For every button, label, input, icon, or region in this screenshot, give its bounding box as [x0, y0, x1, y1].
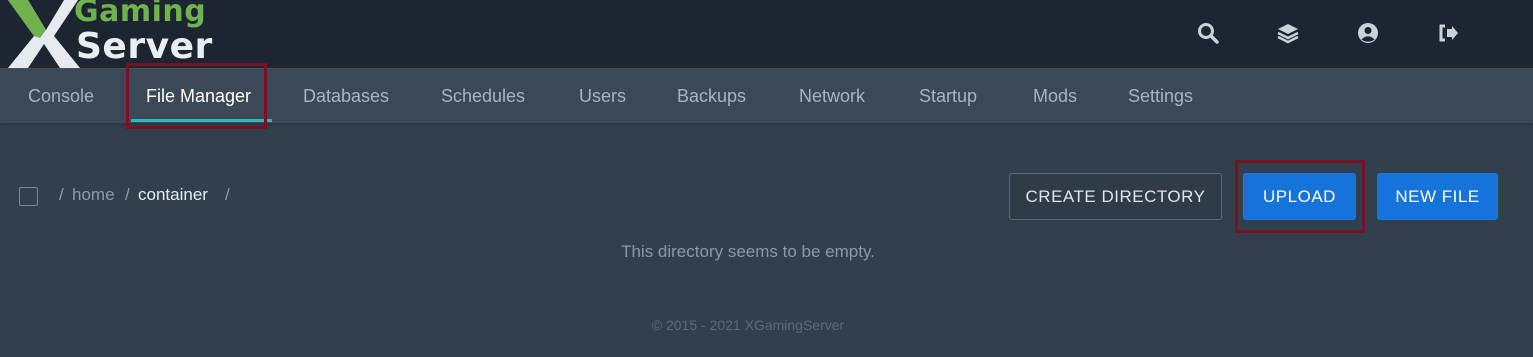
tab-backups[interactable]: Backups: [677, 69, 746, 123]
layers-icon[interactable]: [1275, 20, 1301, 46]
active-tab-indicator: [131, 119, 272, 122]
breadcrumb-separator: /: [125, 185, 130, 204]
server-nav: Console File Manager Databases Schedules…: [0, 68, 1533, 123]
tab-network[interactable]: Network: [799, 69, 865, 123]
top-header: Gaming Server: [0, 0, 1533, 68]
search-icon[interactable]: [1195, 20, 1221, 46]
tab-settings[interactable]: Settings: [1128, 69, 1193, 123]
footer-copyright: © 2015 - 2021 XGamingServer: [651, 317, 845, 333]
new-file-button[interactable]: NEW FILE: [1377, 173, 1498, 220]
create-directory-button[interactable]: CREATE DIRECTORY: [1009, 173, 1222, 220]
tab-mods[interactable]: Mods: [1033, 69, 1077, 123]
tab-file-manager[interactable]: File Manager: [146, 69, 251, 123]
user-circle-icon[interactable]: [1355, 20, 1381, 46]
upload-button[interactable]: UPLOAD: [1243, 173, 1356, 220]
sign-out-icon[interactable]: [1435, 20, 1461, 46]
tab-startup[interactable]: Startup: [919, 69, 977, 123]
tab-console[interactable]: Console: [28, 69, 94, 123]
tab-schedules[interactable]: Schedules: [441, 69, 525, 123]
breadcrumb-container[interactable]: container: [138, 185, 208, 205]
breadcrumb-separator: /: [59, 185, 64, 204]
select-all-checkbox[interactable]: [19, 187, 38, 206]
tab-databases[interactable]: Databases: [303, 69, 389, 123]
breadcrumb-home[interactable]: home: [72, 185, 115, 205]
empty-directory-message: This directory seems to be empty.: [621, 242, 875, 261]
file-toolbar: / home / container / CREATE DIRECTORY UP…: [0, 173, 1533, 220]
tab-users[interactable]: Users: [579, 69, 626, 123]
breadcrumb-separator: /: [225, 185, 230, 204]
header-actions: [0, 20, 1533, 48]
